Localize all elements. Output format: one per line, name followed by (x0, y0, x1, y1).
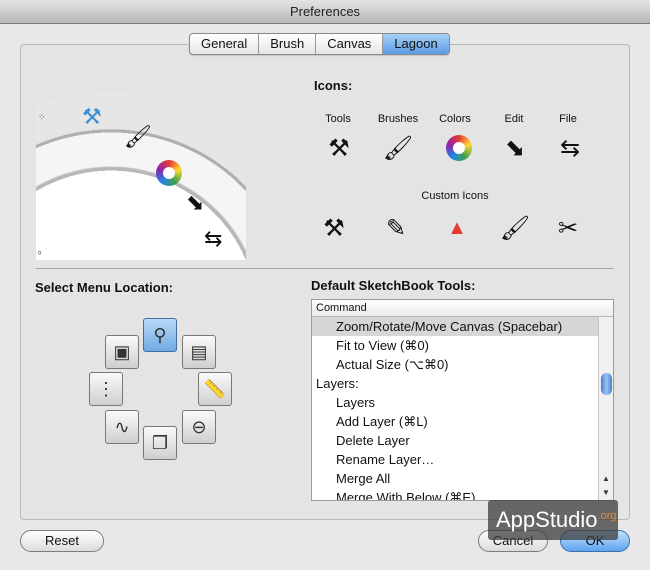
icons-title: Icons: (314, 78, 353, 93)
tools-label: Tools (325, 113, 351, 125)
list-item[interactable]: Fit to View (⌘0) (312, 336, 613, 355)
scroll-up-arrow-icon[interactable]: ▲ (599, 472, 613, 486)
file-ring-icon: ⇆ (204, 226, 223, 251)
list-item[interactable]: Zoom/Rotate/Move Canvas (Spacebar) (312, 317, 613, 336)
list-item[interactable]: Layers (312, 393, 613, 412)
list-item[interactable]: Actual Size (⌥⌘0) (312, 355, 613, 374)
colors-ring-icon (156, 160, 182, 190)
location-left-button[interactable]: ⋮ (89, 372, 123, 406)
tools-title: Default SketchBook Tools: (311, 278, 476, 293)
watermark-text: AppStudio (496, 507, 598, 532)
location-top-left-button[interactable]: ▣ (105, 335, 139, 369)
brushes-ring-icon: 🖌 (124, 124, 152, 149)
list-item[interactable]: Merge All (312, 469, 613, 488)
scroll-down-arrow-icon[interactable]: ▼ (599, 486, 613, 500)
list-item[interactable]: Delete Layer (312, 431, 613, 450)
colors-label: Colors (439, 113, 471, 125)
scroll-thumb[interactable] (601, 373, 612, 395)
location-right-button[interactable]: 📏 (198, 372, 232, 406)
list-item[interactable]: Rename Layer… (312, 450, 613, 469)
custom-tools-icon[interactable]: ⚒ (316, 210, 352, 246)
tools-ring-icon: ⚒ (82, 104, 102, 129)
brushes-label: Brushes (377, 113, 419, 125)
tools-list[interactable]: Command Zoom/Rotate/Move Canvas (Spaceba… (311, 299, 614, 501)
tab-general[interactable]: General (190, 34, 260, 54)
appstudio-watermark: AppStudio.org (488, 500, 618, 540)
location-bottom-right-button[interactable]: ⊖ (182, 410, 216, 444)
custom-colors-icon[interactable]: ▲ (439, 210, 475, 246)
edit-ring-icon: ⬊ (186, 190, 205, 215)
lagoon-corner-icon: ₒ (38, 246, 42, 256)
custom-icons-label: Custom Icons (421, 190, 489, 202)
custom-pencil-icon[interactable]: ✎ (378, 210, 414, 246)
list-scrollbar[interactable]: ▲ ▼ (598, 317, 613, 500)
location-bottom-button[interactable]: ❐ (143, 426, 177, 460)
location-bottom-left-button[interactable]: ∿ (105, 410, 139, 444)
brushes-icon[interactable]: 🖌 (380, 130, 416, 166)
edit-label: Edit (504, 113, 524, 125)
location-top-right-button[interactable]: ▤ (182, 335, 216, 369)
file-label: File (559, 113, 577, 125)
menu-location-title: Select Menu Location: (35, 280, 173, 295)
tab-brush[interactable]: Brush (259, 34, 317, 54)
watermark-suffix: .org (597, 510, 617, 522)
tab-bar: General Brush Canvas Lagoon (189, 33, 450, 55)
custom-wrench-icon[interactable]: ✂ (550, 210, 586, 246)
tab-lagoon[interactable]: Lagoon (383, 34, 449, 54)
custom-brush-icon[interactable]: 🖌 (497, 210, 533, 246)
lagoon-handle-icon: ⁘ (38, 112, 46, 122)
colors-icon[interactable] (441, 130, 477, 166)
command-column-header[interactable]: Command (312, 300, 613, 317)
list-group-header[interactable]: Layers: (312, 374, 613, 393)
tab-canvas[interactable]: Canvas (316, 34, 384, 54)
file-icon[interactable]: ⇆ (552, 130, 588, 166)
list-item[interactable]: Add Layer (⌘L) (312, 412, 613, 431)
window-title: Preferences (0, 0, 650, 24)
section-divider (36, 268, 614, 269)
location-top-button[interactable]: ⚲ (143, 318, 177, 352)
edit-icon[interactable]: ⬊ (497, 130, 533, 166)
reset-button[interactable]: Reset (20, 530, 104, 552)
tools-icon[interactable]: ⚒ (321, 130, 357, 166)
lagoon-preview: ⁘ ⚒ 🖌 ⬊ ⇆ ₒ (36, 92, 246, 260)
